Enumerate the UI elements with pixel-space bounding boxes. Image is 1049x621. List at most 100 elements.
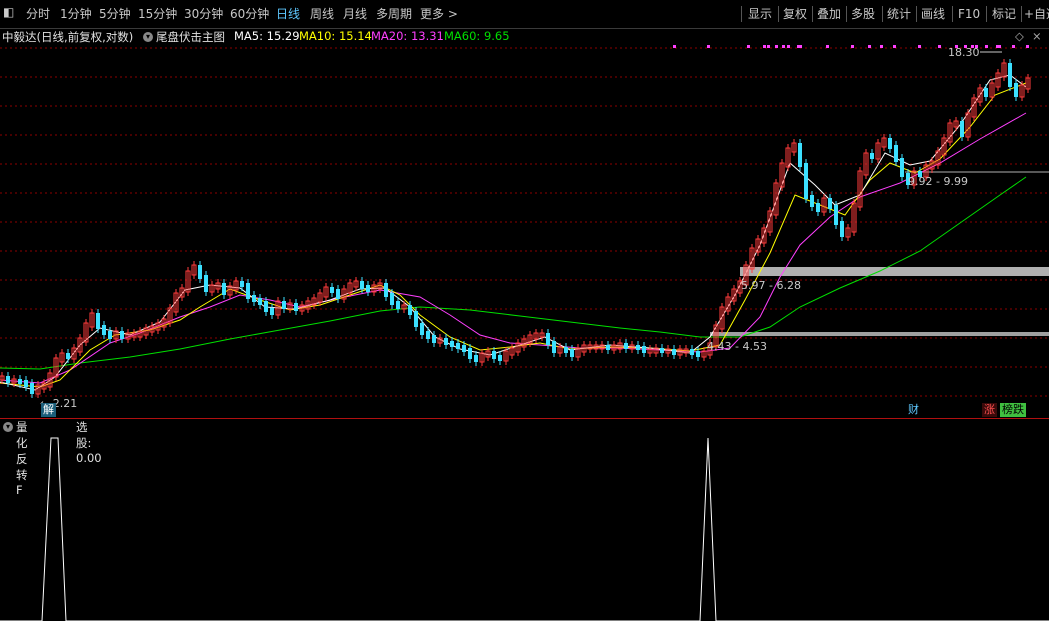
signal-spikes	[0, 437, 1049, 621]
signal-dot	[826, 45, 829, 48]
candle-body	[696, 351, 700, 357]
candle-body	[246, 283, 250, 299]
candle-body	[24, 380, 28, 387]
stock-title[interactable]: 中毅达(日线,前复权,对数)	[2, 29, 133, 45]
tab-weekly[interactable]: 周线	[310, 5, 334, 22]
tab-5min[interactable]: 5分钟	[99, 5, 131, 22]
candle-body	[816, 203, 820, 212]
cai-marker[interactable]: 财	[906, 403, 921, 417]
zhang-marker[interactable]: 涨	[982, 403, 997, 417]
candle-body	[408, 305, 412, 315]
candle-body	[414, 311, 418, 327]
ma10-value: MA10: 15.14	[299, 29, 372, 43]
signal-dot	[851, 45, 854, 48]
signal-dot	[985, 45, 988, 48]
candle-body	[432, 335, 436, 343]
candle-body	[492, 351, 496, 359]
candle-body	[690, 349, 694, 355]
separator	[986, 6, 987, 22]
tab-15min[interactable]: 15分钟	[138, 5, 177, 22]
mark-button[interactable]: 标记	[992, 4, 1016, 24]
signal-dot	[1012, 45, 1015, 48]
tab-60min[interactable]: 60分钟	[230, 5, 269, 22]
candle-body	[258, 298, 262, 305]
multi-stock-button[interactable]: 多股	[851, 4, 875, 24]
candle-body	[552, 341, 556, 353]
tab-分时[interactable]: 分时	[26, 5, 50, 22]
candle-body	[804, 163, 808, 199]
candle-body	[498, 355, 502, 361]
back-icon[interactable]: ◧	[3, 5, 14, 19]
candle-body	[546, 333, 550, 345]
dropdown-circle-icon[interactable]: ▾	[3, 422, 13, 432]
candle-body	[366, 285, 370, 292]
draw-line-button[interactable]: 画线	[921, 4, 945, 24]
candle-body	[828, 198, 832, 209]
f10-button[interactable]: F10	[958, 4, 980, 24]
high-price-label: 18.30	[948, 46, 980, 59]
candle-body	[870, 153, 874, 159]
candle-body	[810, 195, 814, 207]
tab-monthly[interactable]: 月线	[343, 5, 367, 22]
candle-body	[6, 376, 10, 383]
candlestick-chart[interactable]: 18.30← 2.214.43 - 4.535.97 - 6.289.92 - …	[0, 45, 1049, 418]
signal-dot	[787, 45, 790, 48]
candle-body	[282, 301, 286, 309]
bangdie-marker[interactable]: 榜跌	[1000, 403, 1026, 417]
candle-body	[204, 275, 208, 292]
tab-more[interactable]: 更多 >	[420, 5, 458, 22]
candle-body	[660, 348, 664, 353]
candle-body	[984, 88, 988, 97]
diamond-icon[interactable]: ◇	[1015, 29, 1024, 43]
candle-body	[1008, 63, 1012, 87]
signal-dot	[996, 45, 999, 48]
tab-multi-period[interactable]: 多周期	[376, 5, 412, 22]
candle-body	[564, 347, 568, 353]
candle-body	[798, 143, 802, 167]
signal-dot	[1026, 45, 1029, 48]
jie-marker[interactable]: 解	[41, 403, 56, 417]
candle-body	[960, 121, 964, 137]
signal-dot	[893, 45, 896, 48]
zone-band	[740, 267, 1049, 276]
signal-dot	[868, 45, 871, 48]
ma20-value: MA20: 13.31	[371, 29, 444, 43]
candle-body	[198, 265, 202, 279]
candle-body	[450, 341, 454, 347]
candle-body	[456, 343, 460, 349]
indicator-name[interactable]: 尾盘伏击主图	[156, 29, 225, 45]
tab-daily[interactable]: 日线	[276, 5, 300, 22]
display-button[interactable]: 显示	[748, 4, 772, 24]
candle-body	[1014, 83, 1018, 97]
adjust-button[interactable]: 复权	[783, 4, 807, 24]
signal-dot	[707, 45, 710, 48]
tab-30min[interactable]: 30分钟	[184, 5, 223, 22]
candle-body	[444, 338, 448, 345]
signal-dot	[799, 45, 802, 48]
candle-body	[462, 345, 466, 352]
candle-body	[570, 349, 574, 357]
candle-body	[330, 287, 334, 293]
candle-body	[96, 313, 100, 329]
tab-1min[interactable]: 1分钟	[60, 5, 92, 22]
candle-body	[606, 345, 610, 350]
zone-band	[710, 332, 1049, 336]
candle-body	[426, 331, 430, 339]
candle-body	[894, 145, 898, 162]
close-icon[interactable]: ×	[1032, 29, 1042, 43]
overlay-button[interactable]: 叠加	[817, 4, 841, 24]
candle-body	[636, 345, 640, 350]
candle-body	[624, 343, 628, 349]
separator	[778, 6, 779, 22]
stats-button[interactable]: 统计	[887, 4, 911, 24]
add-watchlist-button[interactable]: +自选	[1024, 4, 1049, 24]
candle-body	[672, 349, 676, 355]
dropdown-circle-icon[interactable]: ▾	[143, 32, 153, 42]
candle-body	[264, 301, 268, 312]
pane-divider[interactable]	[0, 418, 1049, 419]
candle-body	[900, 158, 904, 177]
candle-body	[102, 325, 106, 335]
candle-body	[336, 289, 340, 299]
candle-body	[390, 293, 394, 305]
indicator-chart[interactable]	[0, 436, 1049, 621]
